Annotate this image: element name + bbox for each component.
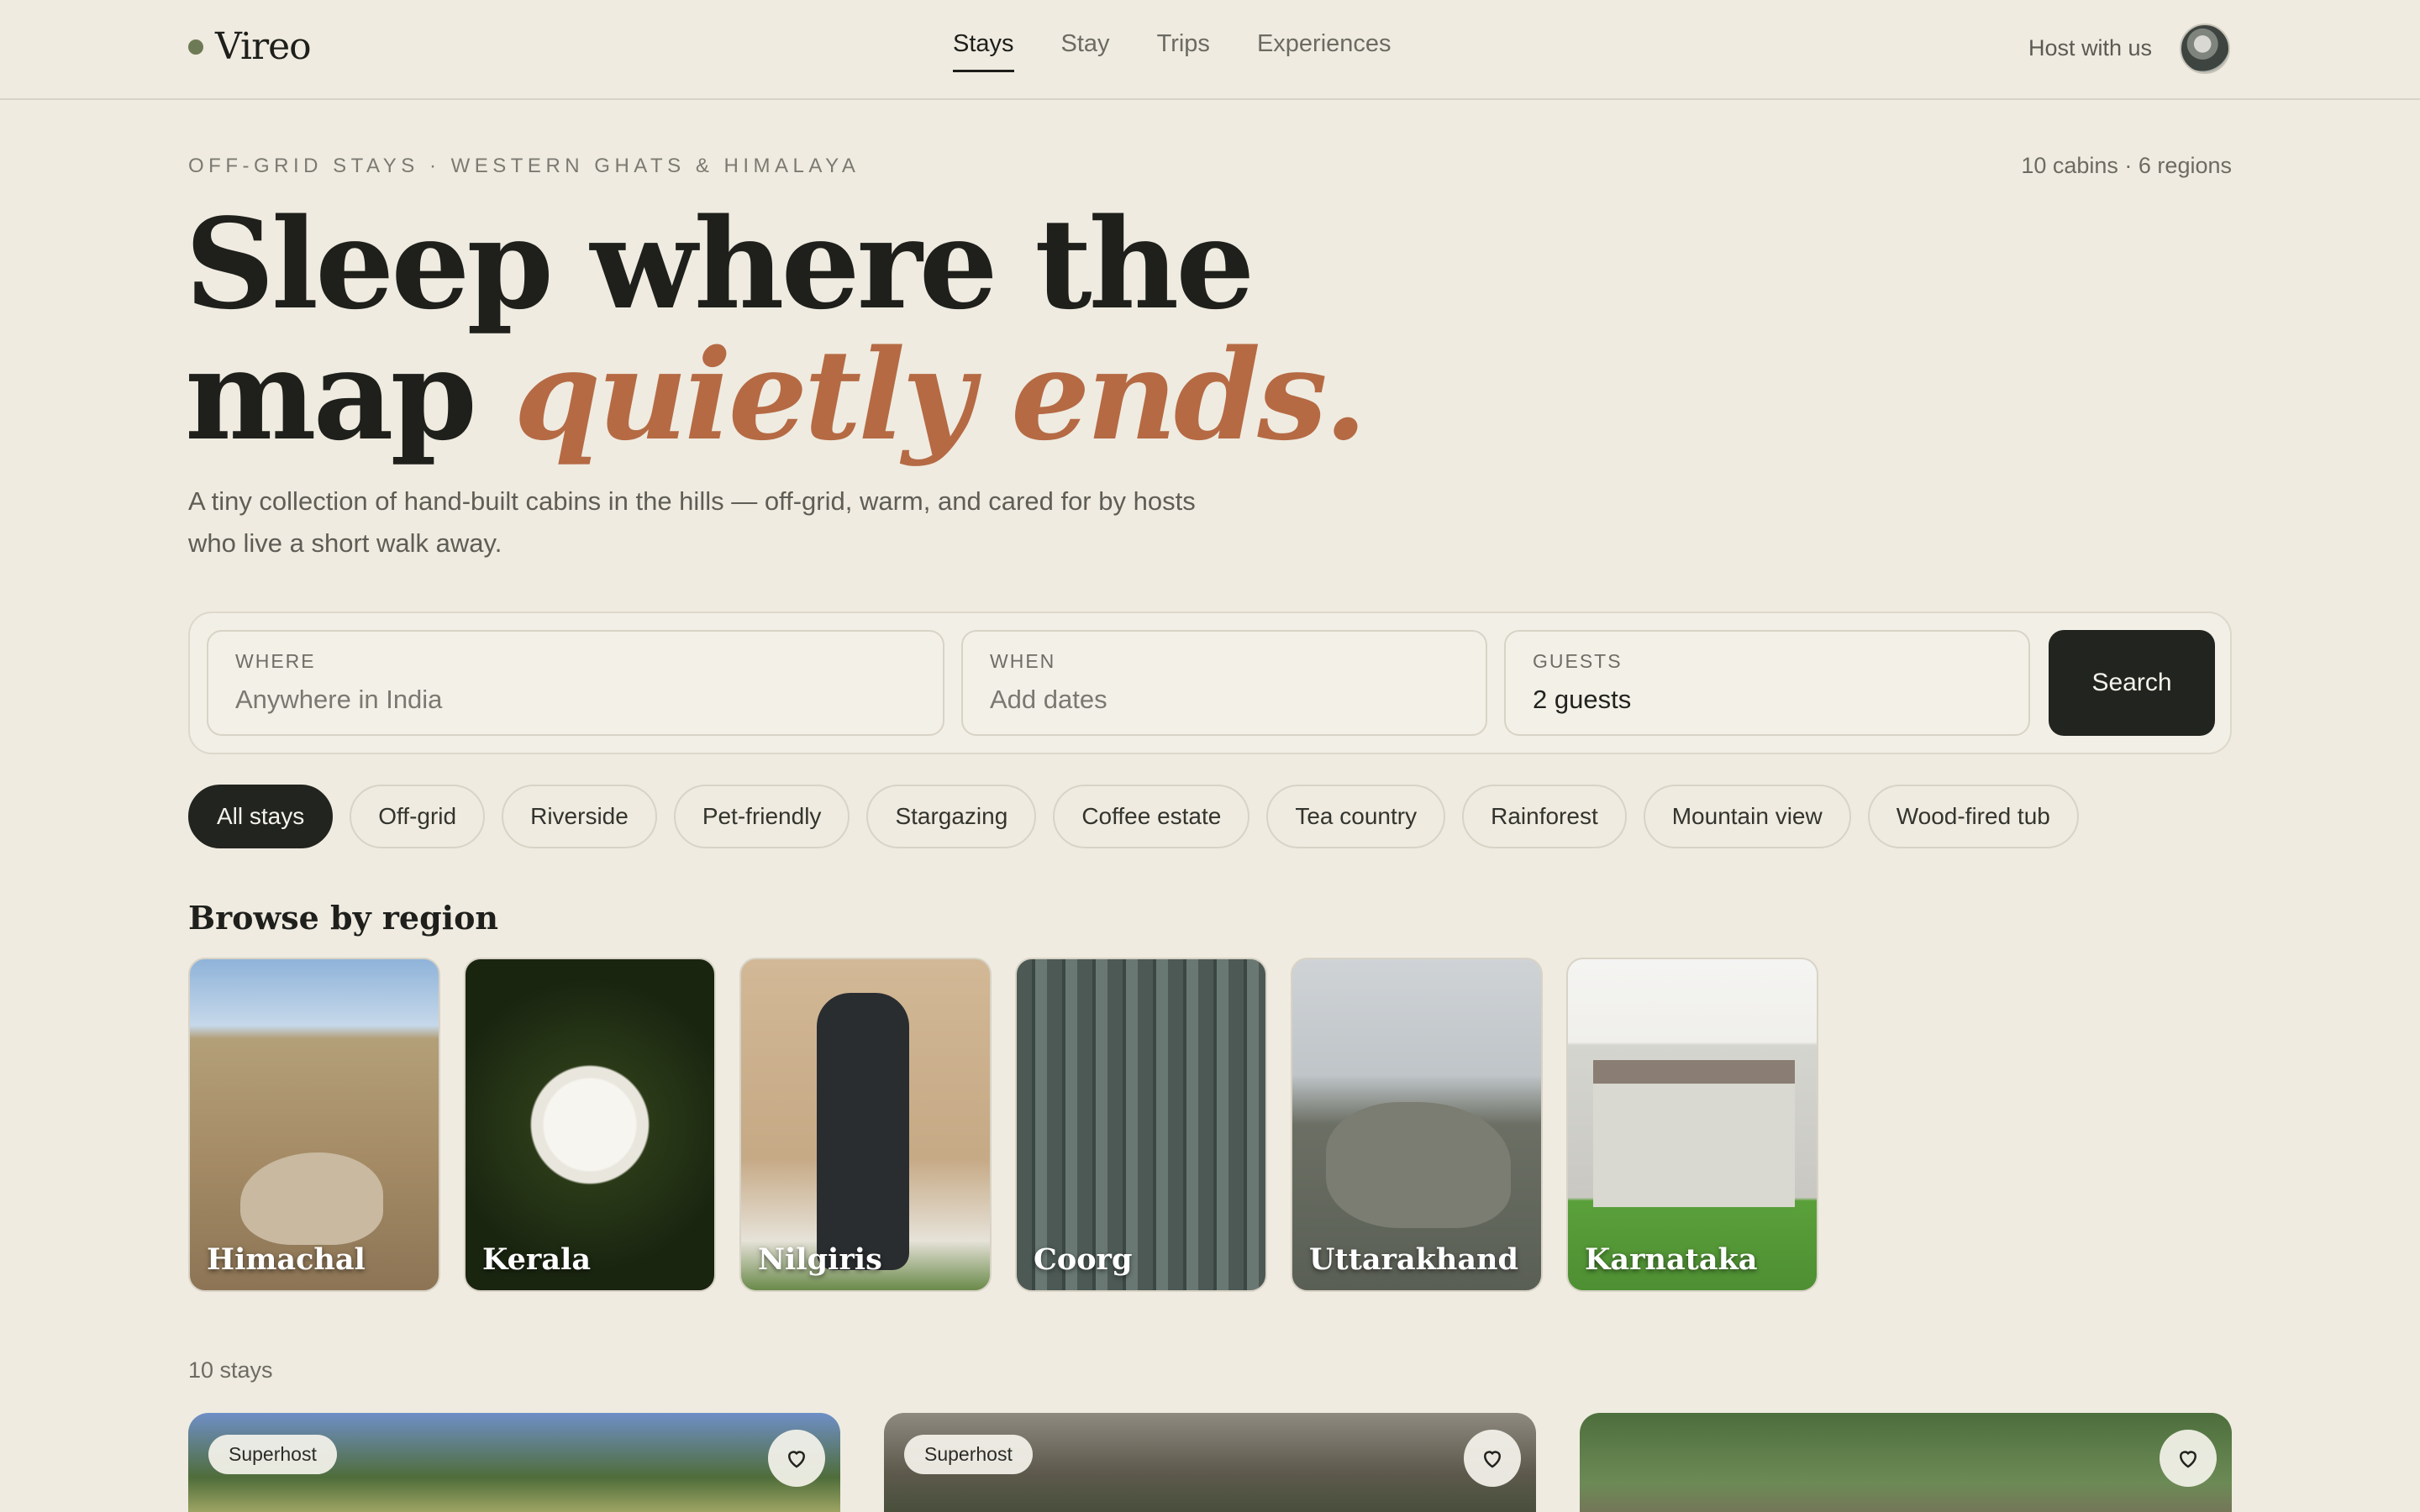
heart-icon	[1483, 1451, 1502, 1468]
region-card-coorg[interactable]: Coorg	[1015, 958, 1267, 1292]
where-input[interactable]: Anywhere in India	[235, 685, 916, 715]
region-label: Karnataka	[1585, 1242, 1758, 1277]
region-cards: Himachal Kerala Nilgiris Coorg Uttarakha…	[188, 958, 1842, 1292]
region-card-karnataka[interactable]: Karnataka	[1566, 958, 1818, 1292]
guests-label: GUESTS	[1533, 650, 1623, 672]
when-input[interactable]: Add dates	[990, 685, 1459, 715]
search-button[interactable]: Search	[2049, 630, 2215, 736]
chip-pet-friendly[interactable]: Pet-friendly	[673, 785, 850, 848]
stays-count: 10 stays	[188, 1357, 273, 1383]
region-label: Coorg	[1034, 1242, 1133, 1277]
favorite-button[interactable]	[1464, 1430, 1521, 1487]
where-field[interactable]: WHERE Anywhere in India	[207, 630, 944, 736]
when-field[interactable]: WHEN Add dates	[961, 630, 1487, 736]
region-card-uttarakhand[interactable]: Uttarakhand	[1291, 958, 1543, 1292]
top-header: Vireo Stays Stay Trips Experiences Host …	[0, 0, 2420, 100]
brand-dot-icon	[188, 39, 203, 55]
nav-item-experiences[interactable]: Experiences	[1257, 30, 1392, 72]
host-with-us-link[interactable]: Host with us	[2028, 35, 2152, 61]
stay-card[interactable]: Superhost	[188, 1413, 840, 1512]
stay-card[interactable]	[1580, 1413, 2232, 1512]
filter-chips: All stays Off-grid Riverside Pet-friendl…	[188, 785, 2096, 848]
favorite-button[interactable]	[768, 1430, 825, 1487]
guests-field[interactable]: GUESTS 2 guests	[1504, 630, 2030, 736]
chip-mountain-view[interactable]: Mountain view	[1643, 785, 1851, 848]
headline-line-1: Sleep where the	[185, 191, 1255, 337]
chip-off-grid[interactable]: Off-grid	[350, 785, 486, 848]
superhost-badge: Superhost	[904, 1435, 1033, 1474]
regions-title: Browse by region	[188, 899, 499, 937]
cabin-count-info: 10 cabins · 6 regions	[2021, 153, 2232, 178]
nav-item-stays[interactable]: Stays	[953, 30, 1014, 72]
chip-all-stays[interactable]: All stays	[188, 785, 334, 848]
brand-logo[interactable]: Vireo	[188, 25, 312, 68]
region-label: Kerala	[482, 1242, 592, 1277]
guests-input[interactable]: 2 guests	[1533, 685, 2002, 715]
region-label: Himachal	[207, 1242, 366, 1277]
region-photo-karnataka	[1593, 1060, 1795, 1207]
when-label: WHEN	[990, 650, 1056, 672]
region-card-himachal[interactable]: Himachal	[188, 958, 440, 1292]
superhost-badge: Superhost	[208, 1435, 337, 1474]
stay-cards: Superhost Superhost	[188, 1413, 2275, 1512]
where-label: WHERE	[235, 650, 316, 672]
brand-name: Vireo	[215, 25, 312, 68]
heart-icon	[787, 1451, 806, 1468]
headline-accent: quietly ends.	[513, 322, 1368, 468]
chip-wood-fired-tub[interactable]: Wood-fired tub	[1867, 785, 2079, 848]
main-nav: Stays Stay Trips Experiences	[953, 30, 1439, 72]
hero-eyebrow: OFF-GRID STAYS · WESTERN GHATS & HIMALAY…	[188, 155, 860, 177]
nav-item-trips[interactable]: Trips	[1157, 30, 1210, 72]
nav-item-stay[interactable]: Stay	[1061, 30, 1110, 72]
region-card-kerala[interactable]: Kerala	[464, 958, 716, 1292]
chip-coffee-estate[interactable]: Coffee estate	[1053, 785, 1250, 848]
search-bar: WHERE Anywhere in India WHEN Add dates G…	[188, 612, 2232, 754]
hero-headline: Sleep where the map quietly ends.	[185, 198, 1445, 460]
region-photo-uttarakhand	[1326, 1102, 1511, 1228]
chip-tea-country[interactable]: Tea country	[1266, 785, 1446, 848]
region-label: Nilgiris	[758, 1242, 882, 1277]
hero-lede: A tiny collection of hand-built cabins i…	[188, 486, 1196, 558]
region-label: Uttarakhand	[1309, 1242, 1518, 1277]
chip-riverside[interactable]: Riverside	[502, 785, 657, 848]
chip-stargazing[interactable]: Stargazing	[866, 785, 1037, 848]
stay-card[interactable]: Superhost	[884, 1413, 1536, 1512]
region-photo-himachal	[240, 1152, 383, 1245]
user-avatar[interactable]	[2180, 24, 2230, 74]
headline-line-2: map	[185, 322, 477, 468]
heart-icon	[2179, 1451, 2197, 1468]
region-photo-nilgiris	[817, 993, 909, 1270]
chip-rainforest[interactable]: Rainforest	[1462, 785, 1627, 848]
favorite-button[interactable]	[2160, 1430, 2217, 1487]
region-card-nilgiris[interactable]: Nilgiris	[739, 958, 992, 1292]
